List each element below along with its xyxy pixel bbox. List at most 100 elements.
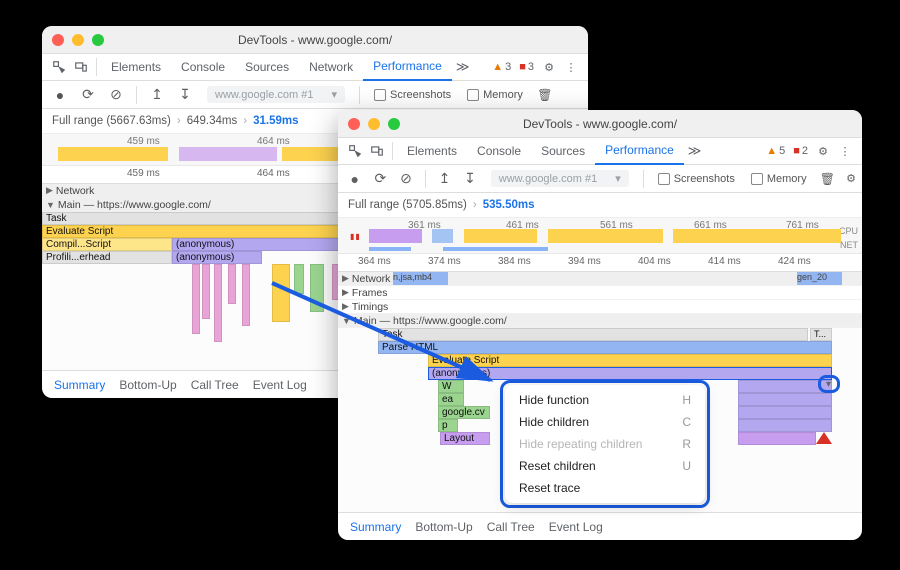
screenshots-checkbox[interactable]: Screenshots <box>658 173 735 185</box>
tab-calltree[interactable]: Call Tree <box>191 371 239 398</box>
issues-errors[interactable]: ■2 <box>789 145 812 157</box>
reload-record-button[interactable]: ⟳ <box>76 85 100 105</box>
kebab-menu-icon[interactable]: ⋮ <box>834 140 856 162</box>
flame-task-short[interactable]: T... <box>810 328 832 341</box>
window-title: DevTools - www.google.com/ <box>42 33 588 47</box>
track-main[interactable]: ▼Main — https://www.google.com/ <box>338 314 862 328</box>
track-network[interactable]: ▶Network n,jsa,mb4 gen_20 <box>338 272 862 286</box>
inspect-icon[interactable] <box>344 140 366 162</box>
memory-checkbox[interactable]: Memory <box>751 173 807 185</box>
flame-ea[interactable]: ea <box>438 393 464 406</box>
tab-sources[interactable]: Sources <box>531 138 595 165</box>
download-icon[interactable]: ↧ <box>459 169 481 189</box>
context-menu-highlight: Hide functionH Hide childrenC Hide repea… <box>500 380 710 508</box>
trash-icon[interactable]: 🗑 <box>533 85 557 105</box>
flame-profile[interactable]: Profili...erhead <box>42 251 172 264</box>
ctx-hide-children[interactable]: Hide childrenC <box>505 411 705 433</box>
bottom-tabs: Summary Bottom-Up Call Tree Event Log <box>338 512 862 540</box>
tab-sources[interactable]: Sources <box>235 54 299 81</box>
download-icon[interactable]: ↧ <box>173 85 197 105</box>
recording-label: www.google.com #1 <box>215 89 313 101</box>
flame-anonymous-selected[interactable]: (anonymous) <box>428 367 832 380</box>
tab-elements[interactable]: Elements <box>397 138 467 165</box>
recording-select[interactable]: www.google.com #1 ▾ <box>491 170 629 187</box>
memory-checkbox[interactable]: Memory <box>467 89 523 101</box>
settings-icon[interactable]: ⚙ <box>812 140 834 162</box>
flame-layout[interactable]: Layout <box>440 432 490 445</box>
device-toggle-icon[interactable] <box>70 56 92 78</box>
tab-console[interactable]: Console <box>467 138 531 165</box>
recording-select[interactable]: www.google.com #1 ▾ <box>207 86 345 103</box>
more-tabs-icon[interactable]: ≫ <box>452 59 474 75</box>
chevron-down-icon: ▾ <box>615 172 621 185</box>
breadcrumb-full[interactable]: Full range (5667.63ms) <box>52 115 171 127</box>
record-button[interactable]: ● <box>48 85 72 105</box>
network-detail[interactable]: n,jsa,mb4 <box>393 272 448 285</box>
flame-p[interactable]: p <box>438 419 458 432</box>
clear-button[interactable]: ⊘ <box>104 85 128 105</box>
ctx-reset-trace[interactable]: Reset trace <box>505 477 705 499</box>
flame-parse-html[interactable]: Parse HTML <box>378 341 832 354</box>
tab-performance[interactable]: Performance <box>363 54 452 81</box>
issues-errors[interactable]: ■3 <box>515 61 538 73</box>
inspect-icon[interactable] <box>48 56 70 78</box>
screenshots-checkbox[interactable]: Screenshots <box>374 89 451 101</box>
tab-network[interactable]: Network <box>299 54 363 81</box>
ctx-reset-children[interactable]: Reset childrenU <box>505 455 705 477</box>
perf-toolbar: ● ⟳ ⊘ ↥ ↧ www.google.com #1 ▾ Screenshot… <box>42 81 588 109</box>
breadcrumb[interactable]: Full range (5705.85ms) › 535.50ms <box>338 193 862 218</box>
tab-bottomup[interactable]: Bottom-Up <box>119 371 176 398</box>
ctx-hide-repeating: Hide repeating childrenR <box>505 433 705 455</box>
titlebar[interactable]: DevTools - www.google.com/ <box>42 26 588 54</box>
perf-toolbar: ● ⟳ ⊘ ↥ ↧ www.google.com #1 ▾ Screenshot… <box>338 165 862 193</box>
panel-tabs: Elements Console Sources Performance ≫ ▲… <box>338 138 862 165</box>
device-toggle-icon[interactable] <box>366 140 388 162</box>
track-timings[interactable]: ▶Timings <box>338 300 862 314</box>
breadcrumb-current[interactable]: 535.50ms <box>483 199 535 211</box>
flame-google-cv[interactable]: google.cv <box>438 406 490 419</box>
trash-icon[interactable]: 🗑 <box>817 169 839 189</box>
overview-minimap[interactable]: 361 ms 461 ms 561 ms 661 ms 761 ms CPU N… <box>338 218 862 254</box>
breadcrumb-full[interactable]: Full range (5705.85ms) <box>348 199 467 211</box>
flame-w[interactable]: W <box>438 380 464 393</box>
chevron-down-icon[interactable]: ▾ <box>826 379 831 390</box>
network-gen[interactable]: gen_20 <box>797 272 842 285</box>
recording-label: www.google.com #1 <box>499 173 597 185</box>
upload-icon[interactable]: ↥ <box>434 169 456 189</box>
window-title: DevTools - www.google.com/ <box>338 117 862 131</box>
tab-elements[interactable]: Elements <box>101 54 171 81</box>
flame-compile-script[interactable]: Compil...Script <box>42 238 172 251</box>
tab-summary[interactable]: Summary <box>350 513 401 540</box>
issues-warnings[interactable]: ▲3 <box>488 61 515 73</box>
tab-summary[interactable]: Summary <box>54 371 105 398</box>
ctx-hide-function[interactable]: Hide functionH <box>505 389 705 411</box>
titlebar[interactable]: DevTools - www.google.com/ <box>338 110 862 138</box>
track-frames[interactable]: ▶Frames <box>338 286 862 300</box>
warning-marker-icon <box>816 432 832 444</box>
upload-icon[interactable]: ↥ <box>145 85 169 105</box>
tab-bottomup[interactable]: Bottom-Up <box>415 513 472 540</box>
kebab-menu-icon[interactable]: ⋮ <box>560 56 582 78</box>
tab-eventlog[interactable]: Event Log <box>253 371 307 398</box>
settings-icon[interactable]: ⚙ <box>538 56 560 78</box>
breadcrumb-mid[interactable]: 649.34ms <box>187 115 238 127</box>
issues-warnings[interactable]: ▲5 <box>762 145 789 157</box>
breadcrumb-current[interactable]: 31.59ms <box>253 115 298 127</box>
flame-anonymous-2[interactable]: (anonymous) <box>172 251 262 264</box>
clear-button[interactable]: ⊘ <box>395 169 417 189</box>
tab-eventlog[interactable]: Event Log <box>549 513 603 540</box>
flame-task[interactable]: Task <box>378 328 808 341</box>
record-button[interactable]: ● <box>344 169 366 189</box>
flame-evaluate-script[interactable]: Evaluate Script <box>428 354 832 367</box>
divider <box>96 58 97 76</box>
tab-calltree[interactable]: Call Tree <box>487 513 535 540</box>
context-menu[interactable]: Hide functionH Hide childrenC Hide repea… <box>505 385 705 503</box>
reload-record-button[interactable]: ⟳ <box>370 169 392 189</box>
time-ruler[interactable]: 364 ms 374 ms 384 ms 394 ms 404 ms 414 m… <box>338 254 862 272</box>
tab-console[interactable]: Console <box>171 54 235 81</box>
settings-icon[interactable]: ⚙ <box>846 172 856 185</box>
chevron-down-icon: ▾ <box>331 88 337 101</box>
tab-performance[interactable]: Performance <box>595 138 684 165</box>
panel-tabs: Elements Console Sources Network Perform… <box>42 54 588 81</box>
more-tabs-icon[interactable]: ≫ <box>684 143 706 159</box>
